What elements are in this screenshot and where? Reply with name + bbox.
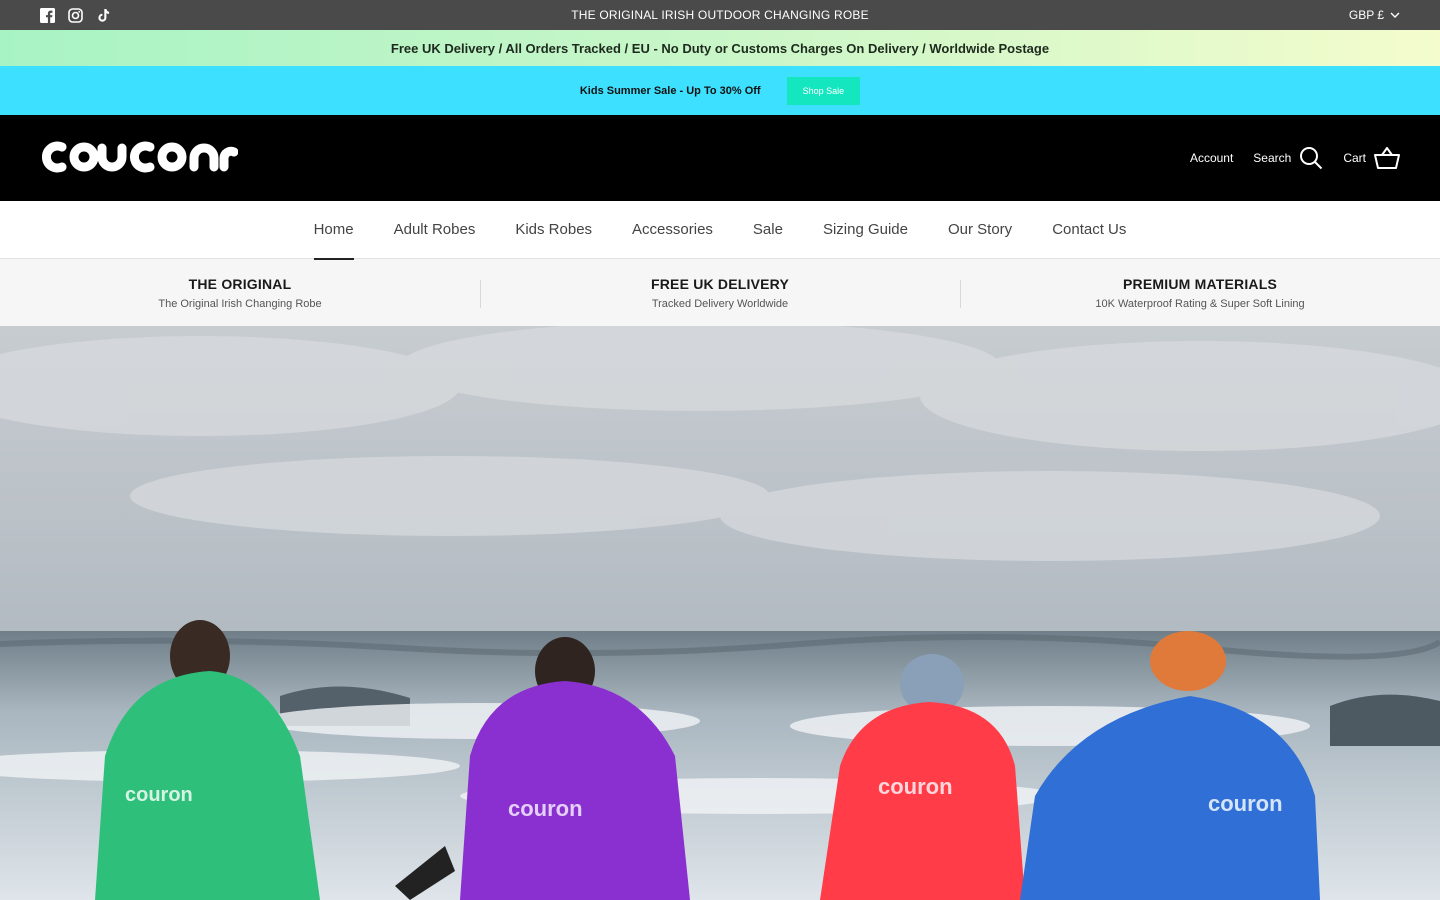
feature-original: THE ORIGINAL The Original Irish Changing… bbox=[0, 276, 480, 310]
shop-sale-button[interactable]: Shop Sale bbox=[786, 76, 861, 105]
social-links bbox=[40, 7, 111, 23]
feature-subtitle: The Original Irish Changing Robe bbox=[158, 297, 322, 310]
cart-button[interactable]: Cart bbox=[1343, 147, 1400, 169]
delivery-announcement: Free UK Delivery / All Orders Tracked / … bbox=[0, 30, 1440, 66]
search-button[interactable]: Search bbox=[1253, 146, 1323, 170]
nav-item-adult-robes[interactable]: Adult Robes bbox=[394, 201, 476, 259]
search-icon bbox=[1300, 147, 1323, 170]
nav-item-home[interactable]: Home bbox=[313, 201, 354, 260]
basket-icon bbox=[1374, 147, 1400, 169]
feature-subtitle: Tracked Delivery Worldwide bbox=[651, 297, 789, 310]
sale-announcement: Kids Summer Sale - Up To 30% Off Shop Sa… bbox=[0, 66, 1440, 115]
account-link[interactable]: Account bbox=[1190, 151, 1233, 165]
main-header: Account Search Cart bbox=[0, 115, 1440, 201]
delivery-text: Free UK Delivery / All Orders Tracked / … bbox=[390, 40, 1050, 56]
feature-highlights: THE ORIGINAL The Original Irish Changing… bbox=[0, 259, 1440, 326]
feature-materials: PREMIUM MATERIALS 10K Waterproof Rating … bbox=[960, 276, 1440, 310]
svg-text:couron: couron bbox=[125, 784, 193, 806]
instagram-icon[interactable] bbox=[68, 7, 83, 23]
chevron-down-icon bbox=[1390, 12, 1400, 18]
feature-title: THE ORIGINAL bbox=[188, 275, 292, 292]
feature-subtitle: 10K Waterproof Rating & Super Soft Linin… bbox=[1095, 297, 1305, 310]
nav-item-sizing-guide[interactable]: Sizing Guide bbox=[823, 201, 908, 259]
sale-text: Kids Summer Sale - Up To 30% Off bbox=[579, 84, 761, 97]
svg-text:couron: couron bbox=[878, 774, 953, 799]
nav-item-kids-robes[interactable]: Kids Robes bbox=[515, 201, 592, 259]
feature-delivery: FREE UK DELIVERY Tracked Delivery Worldw… bbox=[480, 276, 960, 310]
facebook-icon[interactable] bbox=[40, 7, 55, 23]
header-actions: Account Search Cart bbox=[1190, 146, 1400, 170]
feature-title: FREE UK DELIVERY bbox=[650, 275, 790, 292]
main-navigation: Home Adult Robes Kids Robes Accessories … bbox=[0, 201, 1440, 260]
nav-item-sale[interactable]: Sale bbox=[753, 201, 783, 259]
currency-label: GBP £ bbox=[1348, 8, 1384, 22]
brand-tagline: THE ORIGINAL IRISH OUTDOOR CHANGING ROBE bbox=[571, 8, 869, 22]
search-label: Search bbox=[1253, 151, 1292, 165]
brand-logo[interactable] bbox=[41, 136, 239, 181]
feature-title: PREMIUM MATERIALS bbox=[1122, 275, 1278, 292]
svg-text:couron: couron bbox=[508, 796, 583, 821]
svg-text:couron: couron bbox=[1208, 791, 1283, 816]
utility-bar: THE ORIGINAL IRISH OUTDOOR CHANGING ROBE… bbox=[0, 0, 1440, 30]
nav-item-our-story[interactable]: Our Story bbox=[948, 201, 1012, 259]
nav-item-accessories[interactable]: Accessories bbox=[632, 201, 713, 259]
cart-label: Cart bbox=[1343, 151, 1366, 165]
tiktok-icon[interactable] bbox=[96, 8, 111, 23]
nav-item-contact-us[interactable]: Contact Us bbox=[1052, 201, 1126, 259]
hero-image: couron couron couron couron bbox=[0, 326, 1440, 900]
currency-selector[interactable]: GBP £ bbox=[1349, 8, 1400, 22]
